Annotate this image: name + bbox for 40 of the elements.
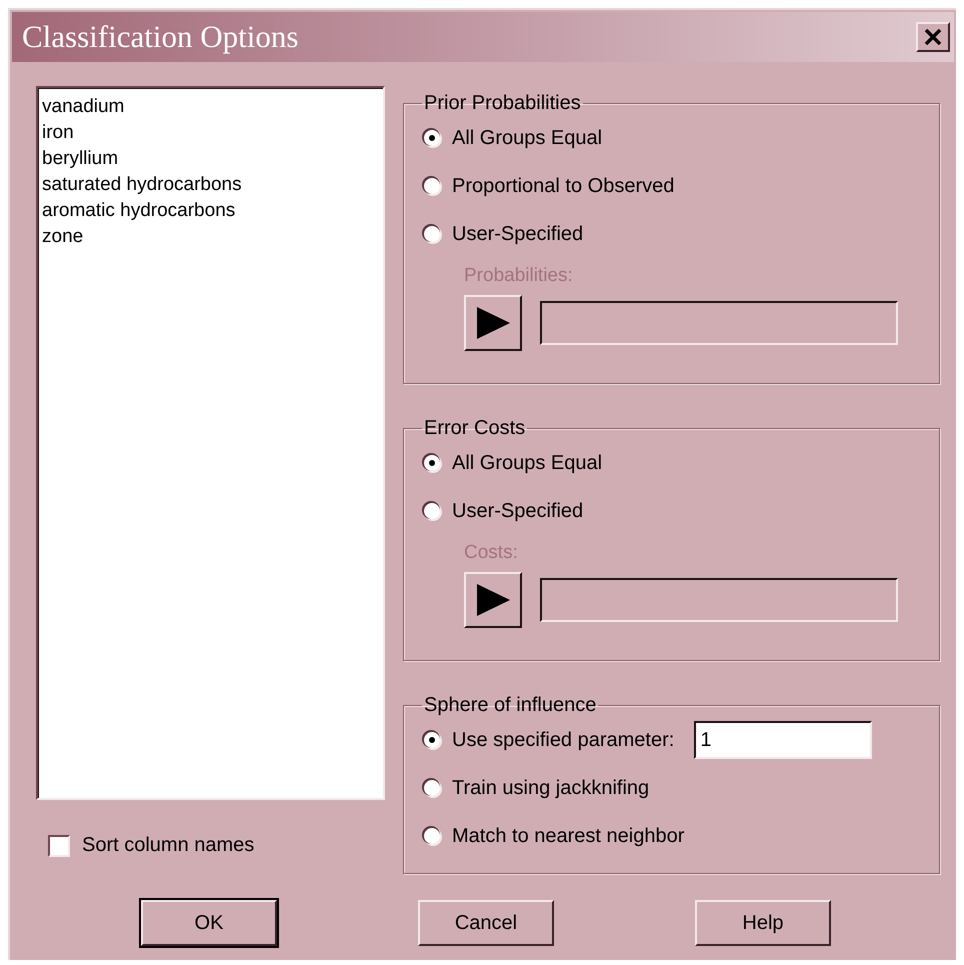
close-icon: [924, 29, 942, 45]
play-icon: [474, 304, 512, 342]
dialog-button[interactable]: Help: [695, 900, 831, 946]
radio-button[interactable]: [424, 455, 440, 471]
field-label: Probabilities:: [464, 265, 574, 287]
dialog-button[interactable]: OK: [141, 900, 277, 946]
parameter-field[interactable]: 1: [694, 721, 872, 759]
radio-label: Proportional to Observed: [452, 174, 674, 198]
radio-label: Use specified parameter:: [452, 728, 674, 752]
dialog-button[interactable]: Cancel: [418, 900, 554, 946]
checkbox[interactable]: [48, 834, 70, 856]
close-button[interactable]: [916, 22, 950, 52]
arrow-button[interactable]: [464, 572, 522, 628]
radio-button[interactable]: [424, 178, 440, 194]
radio-label: All Groups Equal: [452, 126, 602, 150]
list-item[interactable]: aromatic hydrocarbons: [42, 198, 379, 224]
group-title: Sphere of influence: [423, 694, 598, 717]
radio-label: All Groups Equal: [452, 452, 602, 474]
field-label: Costs:: [464, 542, 519, 564]
radio-button[interactable]: [424, 503, 440, 519]
group-title: Prior Probabilities: [423, 92, 582, 115]
list-item[interactable]: zone: [42, 224, 379, 250]
list-item[interactable]: iron: [42, 120, 379, 146]
radio-label: Train using jackknifing: [452, 776, 650, 800]
list-item[interactable]: saturated hydrocarbons: [42, 172, 379, 198]
group-title: Error Costs: [423, 417, 526, 440]
radio-button[interactable]: [424, 732, 440, 748]
radio-button[interactable]: [424, 130, 440, 146]
list-item[interactable]: beryllium: [42, 146, 379, 172]
radio-label: User-Specified: [452, 500, 584, 522]
arrow-button[interactable]: [464, 295, 522, 351]
radio-label: User-Specified: [452, 222, 584, 246]
radio-button[interactable]: [424, 828, 440, 844]
radio-button[interactable]: [424, 780, 440, 796]
radio-button[interactable]: [424, 226, 440, 242]
radio-label: Match to nearest neighbor: [452, 824, 684, 848]
list-item[interactable]: vanadium: [42, 94, 379, 120]
checkbox-label: Sort column names: [82, 834, 254, 857]
window-title: Classification Options: [22, 19, 298, 55]
play-icon: [474, 581, 512, 619]
